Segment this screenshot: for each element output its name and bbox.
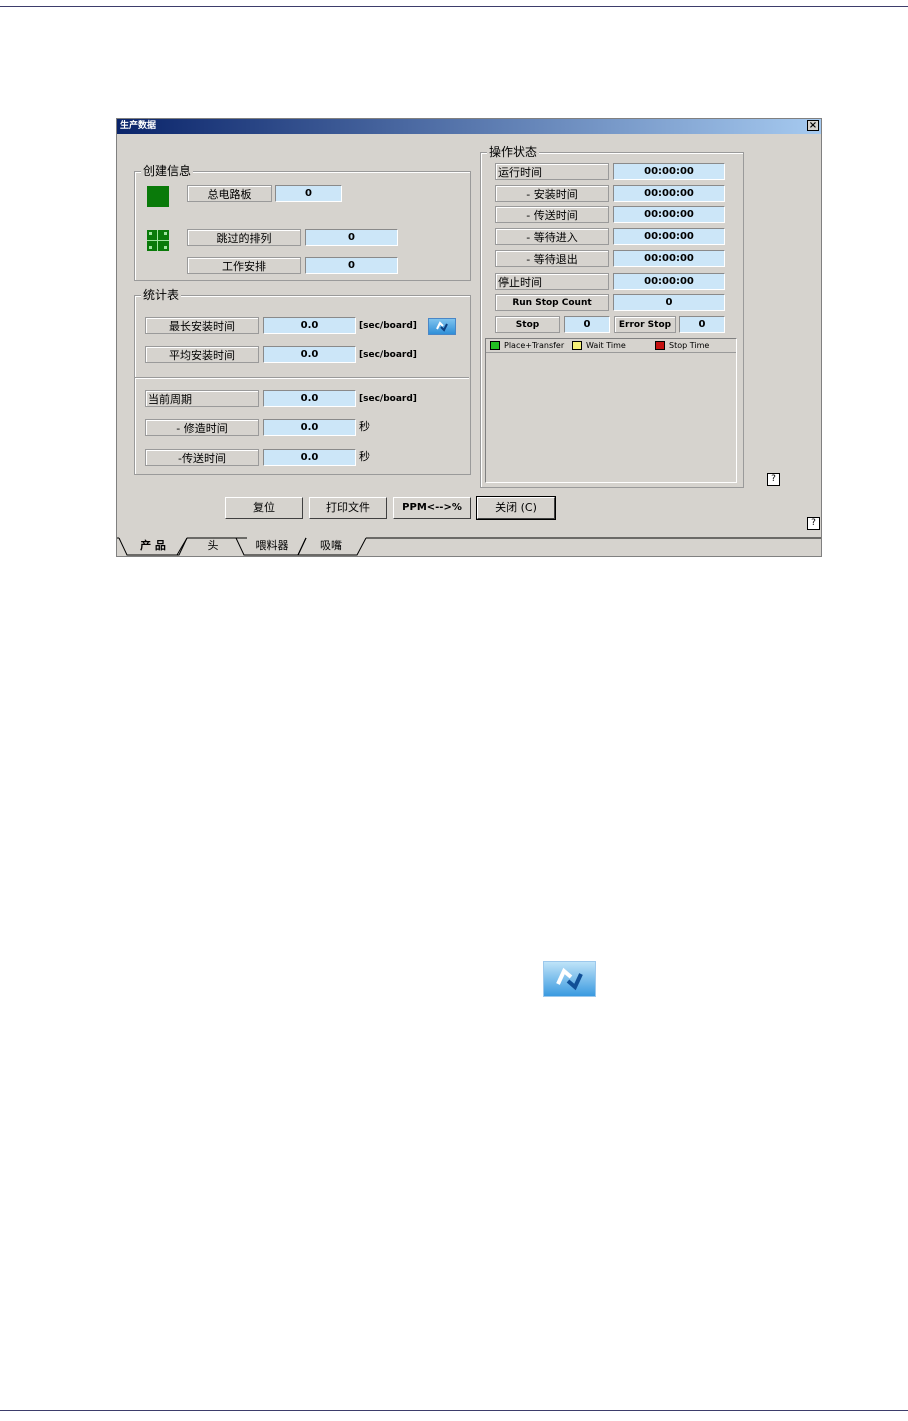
tab-nozzle[interactable]: 吸嘴 [305, 537, 357, 555]
mount-time-label: - 安装时间 [495, 185, 609, 202]
total-boards-value: 0 [275, 185, 342, 202]
current-cycle-label: 当前周期 [145, 390, 259, 407]
reset-button[interactable]: 复位 [225, 497, 303, 519]
job-value: 0 [305, 257, 398, 274]
skipped-array-icon [147, 230, 169, 251]
max-mount-time-value: 0.0 [263, 317, 356, 334]
top-rule [0, 6, 908, 7]
stop-time-value: 00:00:00 [613, 273, 725, 290]
operation-status-title: 操作状态 [487, 145, 540, 159]
stop-count-label: Stop [495, 316, 560, 333]
avg-mount-time-label: 平均安装时间 [145, 346, 259, 363]
transfer-time-label: -传送时间 [145, 449, 259, 466]
window-title: 生产数据 [120, 121, 157, 131]
tab-feeder[interactable]: 喂料器 [246, 537, 298, 555]
run-stop-count-value: 0 [613, 294, 725, 311]
transfer-time-unit: 秒 [359, 450, 370, 463]
board-icon [147, 186, 169, 207]
run-stop-count-label: Run Stop Count [495, 294, 609, 311]
run-time-value: 00:00:00 [613, 163, 725, 180]
time-chart: Place+Transfer Wait Time Stop Time [485, 338, 737, 483]
wait-in-label: - 等待进入 [495, 228, 609, 245]
stats-title: 统计表 [141, 288, 182, 302]
tab-head[interactable]: 头 [192, 537, 234, 555]
job-label: 工作安排 [187, 257, 301, 274]
tab-bar: 产 品 头 喂料器 吸嘴 [117, 537, 821, 556]
wait-out-label: - 等待退出 [495, 250, 609, 267]
close-button[interactable]: 关闭 (C) [476, 496, 556, 520]
repair-time-value: 0.0 [263, 419, 356, 436]
avg-mount-time-value: 0.0 [263, 346, 356, 363]
total-boards-label: 总电路板 [187, 185, 272, 202]
repair-time-unit: 秒 [359, 420, 370, 433]
run-time-label: 运行时间 [495, 163, 609, 180]
refresh-icon[interactable] [428, 318, 456, 335]
legend-place-transfer: Place+Transfer [490, 341, 564, 351]
bottom-rule [0, 1410, 908, 1411]
repair-time-label: - 修造时间 [145, 419, 259, 436]
skipped-array-label: 跳过的排列 [187, 229, 301, 246]
print-button[interactable]: 打印文件 [309, 497, 387, 519]
title-bar: 生产数据 × [117, 119, 821, 134]
close-icon[interactable]: × [807, 120, 819, 131]
mount-time-value: 00:00:00 [613, 185, 725, 202]
stats-divider [135, 377, 469, 379]
creation-info-title: 创建信息 [141, 164, 194, 178]
error-stop-label: Error Stop [614, 316, 676, 333]
current-cycle-unit: [sec/board] [359, 394, 417, 404]
ppm-toggle-button[interactable]: PPM<-->% [393, 497, 471, 519]
production-data-window: 生产数据 × 创建信息 总电路板 0 跳过的排列 0 工作安排 0 统计表 最长… [116, 118, 822, 557]
skipped-array-value: 0 [305, 229, 398, 246]
legend-stop-time: Stop Time [655, 341, 709, 351]
wait-out-value: 00:00:00 [613, 250, 725, 267]
wait-in-value: 00:00:00 [613, 228, 725, 245]
ops-transfer-time-label: - 传送时间 [495, 206, 609, 223]
stop-count-value: 0 [564, 316, 610, 333]
transfer-time-value: 0.0 [263, 449, 356, 466]
help-icon-bottom[interactable]: ? [807, 517, 820, 530]
max-mount-time-unit: [sec/board] [359, 321, 417, 331]
error-stop-value: 0 [679, 316, 725, 333]
avg-mount-time-unit: [sec/board] [359, 350, 417, 360]
refresh-icon-large [543, 961, 596, 997]
max-mount-time-label: 最长安装时间 [145, 317, 259, 334]
stop-time-label: 停止时间 [495, 273, 609, 290]
legend-wait-time: Wait Time [572, 341, 626, 351]
ops-transfer-time-value: 00:00:00 [613, 206, 725, 223]
current-cycle-value: 0.0 [263, 390, 356, 407]
help-icon[interactable]: ? [767, 473, 780, 486]
tab-product[interactable]: 产 品 [127, 537, 179, 555]
